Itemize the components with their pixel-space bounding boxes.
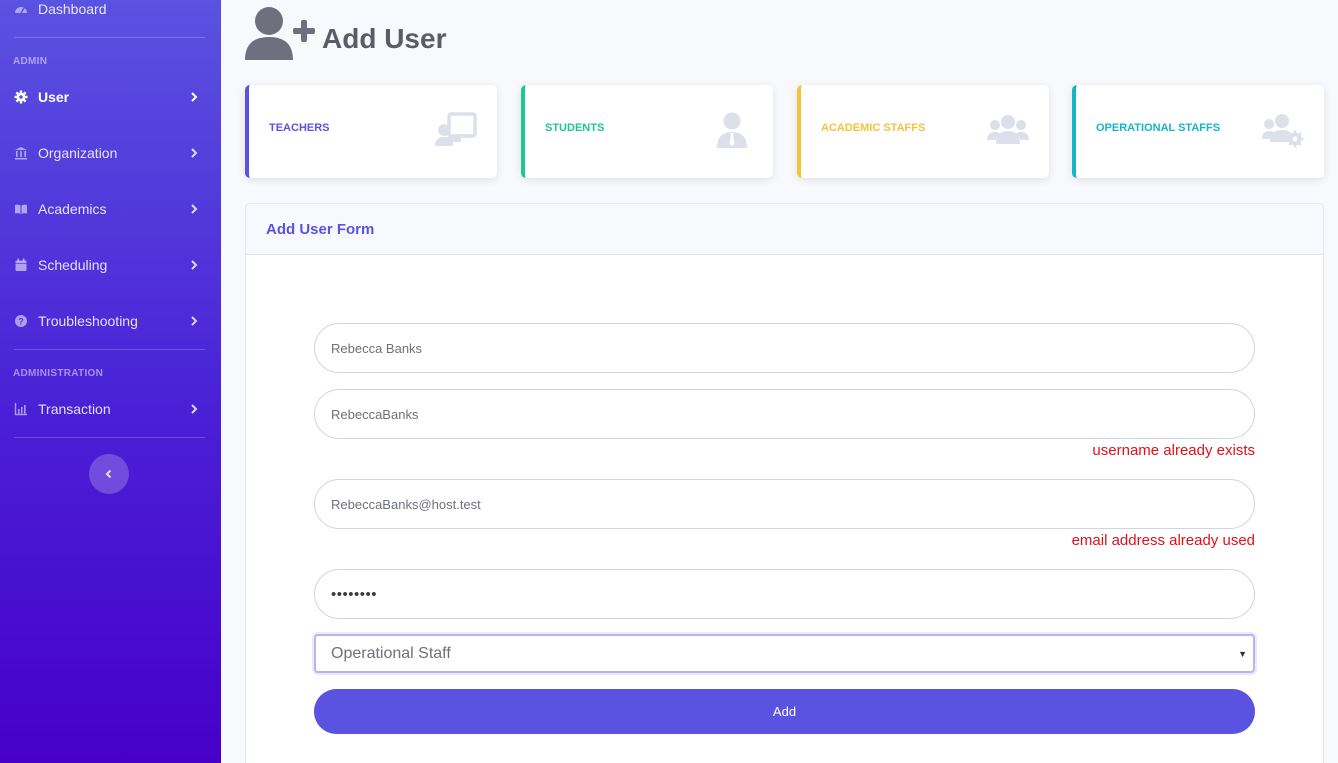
gear-icon (14, 90, 28, 104)
page-title: Add User (322, 23, 447, 54)
sidebar-divider (14, 349, 205, 350)
sidebar-item-scheduling[interactable]: Scheduling (0, 245, 221, 285)
sidebar-heading-admin: ADMIN (13, 56, 48, 67)
calendar-icon (14, 258, 28, 272)
card-teachers[interactable]: TEACHERS (245, 85, 497, 178)
sidebar-divider (14, 37, 205, 38)
sidebar-toggle-button[interactable] (89, 454, 129, 494)
user-plus-icon (245, 7, 315, 60)
add-button[interactable]: Add (314, 689, 1255, 734)
question-circle-icon: ? (14, 314, 28, 328)
card-students[interactable]: STUDENTS (521, 85, 773, 178)
sidebar-item-organization[interactable]: Organization (0, 133, 221, 173)
sidebar-heading-administration: ADMINISTRATION (13, 368, 104, 379)
sidebar-item-academics[interactable]: Academics (0, 189, 221, 229)
password-field[interactable]: •••••••• (314, 569, 1255, 619)
sidebar-item-label: Troubleshooting (38, 313, 138, 329)
fullname-field[interactable]: Rebecca Banks (314, 323, 1255, 373)
email-error: email address already used (1071, 532, 1255, 549)
card-label: ACADEMIC STAFFS (821, 122, 926, 134)
username-field[interactable]: RebeccaBanks (314, 389, 1255, 439)
chevron-right-icon (191, 204, 198, 214)
username-value: RebeccaBanks (331, 406, 419, 422)
form-card-title: Add User Form (246, 204, 1323, 255)
chalkboard-teacher-icon (435, 112, 477, 146)
chevron-right-icon (191, 316, 198, 326)
card-operational-staffs[interactable]: OPERATIONAL STAFFS (1072, 85, 1324, 178)
sidebar-item-label: Transaction (38, 401, 111, 417)
users-icon (987, 115, 1029, 144)
card-label: OPERATIONAL STAFFS (1096, 122, 1221, 134)
role-select[interactable]: Operational Staff ▼ (314, 634, 1255, 673)
chevron-left-icon (105, 469, 112, 479)
chevron-right-icon (191, 404, 198, 414)
tachometer-icon (14, 2, 28, 16)
email-field[interactable]: RebeccaBanks@host.test (314, 479, 1255, 529)
card-label: STUDENTS (545, 122, 605, 134)
role-select-value: Operational Staff (331, 644, 451, 662)
sidebar-item-label: Dashboard (38, 1, 107, 17)
users-cog-icon (1262, 114, 1304, 148)
card-label: TEACHERS (269, 122, 330, 134)
username-error: username already exists (1092, 442, 1255, 459)
sidebar-item-transaction[interactable]: Transaction (0, 389, 221, 429)
sidebar-item-user[interactable]: User (0, 77, 221, 117)
bank-icon (14, 146, 28, 160)
chart-area-icon (14, 402, 28, 416)
sidebar: Dashboard ADMIN User Organization Academ… (0, 0, 221, 763)
email-value: RebeccaBanks@host.test (331, 496, 481, 512)
chevron-right-icon (191, 260, 198, 270)
chevron-right-icon (191, 148, 198, 158)
user-tie-icon (717, 112, 747, 148)
sidebar-item-troubleshooting[interactable]: ? Troubleshooting (0, 301, 221, 341)
chevron-right-icon (191, 92, 198, 102)
page-header: Add User (244, 4, 446, 62)
sidebar-divider (14, 437, 205, 438)
book-icon (14, 202, 28, 216)
fullname-value: Rebecca Banks (331, 340, 423, 356)
sidebar-item-label: Academics (38, 201, 107, 217)
sidebar-item-label: User (38, 89, 70, 105)
sidebar-item-label: Scheduling (38, 257, 108, 273)
password-value: •••••••• (331, 585, 378, 603)
sidebar-item-dashboard[interactable]: Dashboard (0, 0, 221, 29)
sidebar-item-label: Organization (38, 145, 118, 161)
card-academic-staffs[interactable]: ACADEMIC STAFFS (797, 85, 1049, 178)
caret-down-icon: ▼ (1238, 649, 1247, 659)
svg-text:?: ? (18, 317, 24, 327)
